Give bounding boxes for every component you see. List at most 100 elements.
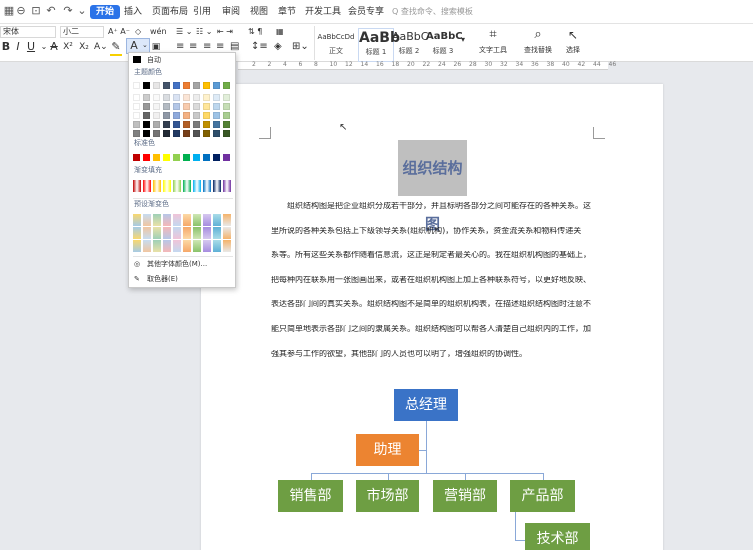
org-node-sub[interactable]: 技术部 [525, 523, 590, 550]
menu-page-layout[interactable]: 页面布局 [152, 5, 188, 19]
theme-color-swatch[interactable] [133, 112, 140, 119]
gradient-fill-swatch[interactable] [203, 180, 211, 192]
border-icon[interactable]: ▦ [276, 26, 284, 38]
document-title[interactable]: 组织结构图 [398, 140, 467, 233]
paragraph-line[interactable]: 系等。所有这些关系都作随着信息流，这正是制定者最关心的。我在组织机构图的基础上， [271, 251, 595, 259]
command-search[interactable]: Q 查找命令、搜索模板 [392, 5, 473, 19]
auto-color-swatch[interactable] [133, 56, 141, 63]
theme-color-swatch[interactable] [183, 94, 190, 101]
horizontal-ruler[interactable]: 2 2 4 6 8 10 12 14 16 18 20 22 24 26 28 30 32 34 36 38 40 42 4… [238, 61, 616, 70]
theme-color-swatch[interactable] [223, 121, 230, 128]
theme-color-swatch[interactable] [133, 103, 140, 110]
theme-color-swatch[interactable] [173, 103, 180, 110]
number-list-icon[interactable]: ☷ ⌄ [196, 26, 212, 38]
theme-color-swatch[interactable] [203, 112, 210, 119]
preset-gradient-swatch[interactable] [163, 240, 171, 252]
preset-gradient-swatch[interactable] [173, 214, 181, 226]
theme-color-swatch[interactable] [193, 121, 200, 128]
menu-insert[interactable]: 插入 [124, 5, 142, 19]
theme-color-swatch[interactable] [143, 103, 150, 110]
theme-color-swatch[interactable] [143, 130, 150, 137]
theme-color-swatch[interactable] [193, 94, 200, 101]
preset-gradient-swatch[interactable] [183, 214, 191, 226]
theme-color-swatch[interactable] [193, 103, 200, 110]
gradient-fill-swatch[interactable] [193, 180, 201, 192]
font-color-dropdown[interactable]: 自动 主题颜色 标准色 渐变填充 预设渐变色 ◎ 其他字体颜色(M)... ✎ … [128, 52, 236, 288]
theme-color-swatch[interactable] [213, 82, 220, 89]
preset-gradient-swatch[interactable] [153, 214, 161, 226]
theme-color-swatch[interactable] [153, 82, 160, 89]
gradient-fill-swatch[interactable] [143, 180, 151, 192]
theme-color-swatch[interactable] [203, 121, 210, 128]
eyedropper-item[interactable]: 取色器(E) [147, 274, 178, 284]
preset-gradient-swatch[interactable] [193, 214, 201, 226]
org-node-dept[interactable]: 产品部 [510, 480, 575, 512]
more-colors-item[interactable]: 其他字体颜色(M)... [147, 259, 207, 269]
theme-color-swatch[interactable] [133, 121, 140, 128]
theme-color-swatch[interactable] [173, 94, 180, 101]
theme-color-swatch[interactable] [153, 103, 160, 110]
menu-developer[interactable]: 开发工具 [305, 5, 341, 19]
highlight-icon[interactable]: ✎ [110, 40, 122, 56]
paragraph-line[interactable]: 里所说的各种关系包括上下级领导关系(组织机构)，协作关系，资金流关系和物料传递关 [271, 227, 595, 235]
standard-color-swatch[interactable] [203, 154, 210, 161]
theme-color-swatch[interactable] [143, 112, 150, 119]
superscript-icon[interactable]: X² [62, 40, 74, 54]
standard-color-swatch[interactable] [153, 154, 160, 161]
preset-gradient-swatch[interactable] [143, 214, 151, 226]
theme-color-swatch[interactable] [193, 112, 200, 119]
styles-expand-icon[interactable]: ▾ [461, 34, 465, 46]
org-node-dept[interactable]: 营销部 [433, 480, 497, 512]
theme-color-swatch[interactable] [163, 130, 170, 137]
theme-color-swatch[interactable] [143, 94, 150, 101]
menu-references[interactable]: 引用 [193, 5, 211, 19]
theme-color-swatch[interactable] [183, 121, 190, 128]
preset-gradient-swatch[interactable] [223, 227, 231, 239]
gradient-fill-swatch[interactable] [133, 180, 141, 192]
preset-gradient-swatch[interactable] [213, 227, 221, 239]
font-name-combo[interactable]: 宋体 [0, 26, 56, 38]
preset-gradient-swatch[interactable] [173, 240, 181, 252]
standard-color-swatch[interactable] [163, 154, 170, 161]
org-node-ceo[interactable]: 总经理 [394, 389, 458, 421]
find-replace-button[interactable]: ⌕ 查找替换 [520, 26, 556, 56]
theme-color-swatch[interactable] [213, 130, 220, 137]
style-normal[interactable]: AaBbCcDd 正文 [316, 28, 356, 62]
select-button[interactable]: ↖ 选择 [560, 26, 586, 56]
preview-icon[interactable]: ⊡ [29, 4, 43, 18]
standard-color-swatch[interactable] [193, 154, 200, 161]
menu-review[interactable]: 审阅 [222, 5, 240, 19]
theme-color-swatch[interactable] [153, 121, 160, 128]
theme-color-swatch[interactable] [213, 103, 220, 110]
paragraph-line[interactable]: 表达各部门间的真实关系。组织结构图不是简单的组织机构表，在描述组织结构图时注意不 [271, 300, 595, 308]
style-heading2[interactable]: AaBbC 标题 2 [392, 28, 428, 62]
print-icon[interactable]: ⊖ [14, 4, 28, 18]
preset-gradient-swatch[interactable] [203, 240, 211, 252]
theme-color-swatch[interactable] [163, 103, 170, 110]
standard-color-swatch[interactable] [173, 154, 180, 161]
more-icon[interactable]: ⌄ [75, 4, 89, 18]
sort-icon[interactable]: ⇅ ¶ [248, 26, 262, 38]
style-heading3[interactable]: AaBbC 标题 3 [426, 28, 463, 62]
theme-color-swatch[interactable] [213, 112, 220, 119]
style-heading1[interactable]: AaBb 标题 1 [358, 28, 400, 62]
theme-color-swatch[interactable] [173, 130, 180, 137]
document-page[interactable]: ↖ 组织结构图 总经理 助理 销售部 市场部 营销部 产品部 技术部 组织结构图… [201, 84, 663, 550]
preset-gradient-swatch[interactable] [143, 227, 151, 239]
gradient-fill-swatch[interactable] [213, 180, 221, 192]
grow-font-icon[interactable]: A⁺ A⁻ [108, 26, 130, 38]
table-border-icon[interactable]: ⊞⌄ [292, 41, 309, 53]
theme-color-swatch[interactable] [223, 103, 230, 110]
theme-color-swatch[interactable] [203, 82, 210, 89]
preset-gradient-swatch[interactable] [203, 214, 211, 226]
standard-color-row[interactable] [133, 154, 233, 162]
theme-color-swatch[interactable] [203, 130, 210, 137]
subscript-icon[interactable]: X₂ [78, 40, 90, 54]
font-size-combo[interactable]: 小二 [60, 26, 104, 38]
theme-color-swatch[interactable] [163, 94, 170, 101]
gradient-fill-row[interactable] [133, 180, 233, 193]
org-node-dept[interactable]: 销售部 [278, 480, 343, 512]
theme-color-swatch[interactable] [153, 112, 160, 119]
bullet-list-icon[interactable]: ☰ ⌄ [176, 26, 192, 38]
bold-icon[interactable]: B [0, 40, 12, 54]
